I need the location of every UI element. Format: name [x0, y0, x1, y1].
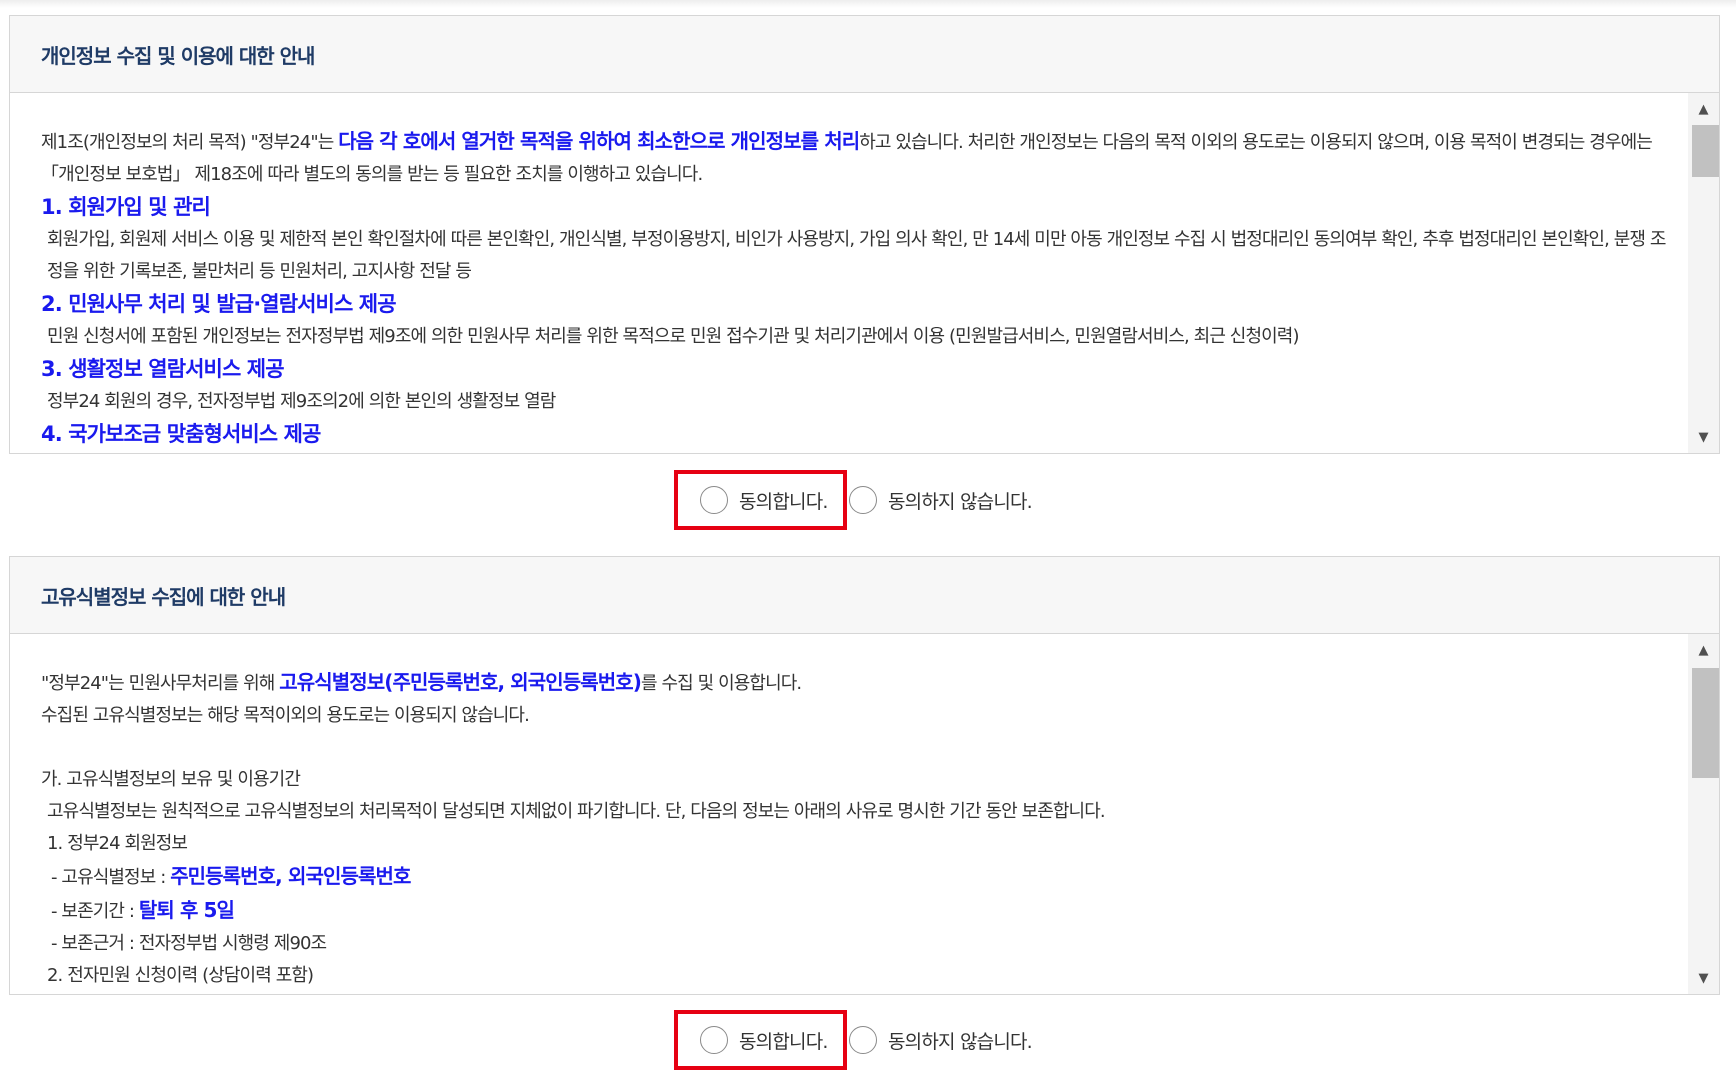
section-header: 개인정보 수집 및 이용에 대한 안내	[10, 16, 1719, 93]
agree-option[interactable]: 동의합니다.	[674, 470, 847, 530]
id-info-value: 주민등록번호, 외국인등록번호	[170, 864, 411, 888]
vertical-scrollbar[interactable]: ▲ ▼	[1688, 634, 1719, 994]
disagree-radio[interactable]	[849, 1026, 877, 1054]
list-item: - 보존근거 : 전자정부법 시행령 제90조	[51, 933, 327, 954]
terms-content: "정부24"는 민원사무처리를 위해 고유식별정보(주민등록번호, 외국인등록번…	[41, 666, 1667, 992]
retention-value: 탈퇴 후 5일	[138, 898, 235, 922]
item-heading: 1. 회원가입 및 관리	[41, 195, 211, 219]
scroll-up-icon[interactable]: ▲	[1688, 97, 1719, 121]
intro-highlight: 다음 각 호에서 열거한 목적을 위하여 최소한으로 개인정보를 처리	[338, 129, 860, 153]
agree-radio[interactable]	[700, 486, 728, 514]
top-divider	[0, 0, 1736, 8]
terms-scroll-area[interactable]: 제1조(개인정보의 처리 목적) "정부24"는 다음 각 호에서 열거한 목적…	[10, 93, 1719, 453]
terms-intro: 제1조(개인정보의 처리 목적) "정부24"는 다음 각 호에서 열거한 목적…	[41, 129, 1653, 185]
section-title: 고유식별정보 수집에 대한 안내	[41, 584, 286, 609]
scrollbar-thumb[interactable]	[1692, 668, 1719, 778]
consent-options: 동의합니다. 동의하지 않습니다.	[0, 470, 1736, 530]
list-item: 1. 정부24 회원정보	[47, 833, 188, 854]
scrollbar-thumb[interactable]	[1692, 125, 1719, 177]
section-title: 개인정보 수집 및 이용에 대한 안내	[41, 43, 315, 68]
disagree-radio[interactable]	[849, 486, 877, 514]
consent-options: 동의합니다. 동의하지 않습니다.	[0, 1010, 1736, 1070]
terms-line: "정부24"는 민원사무처리를 위해 고유식별정보(주민등록번호, 외국인등록번…	[41, 670, 802, 694]
item-heading: 4. 국가보조금 맞춤형서비스 제공	[41, 422, 321, 446]
disagree-option[interactable]: 동의하지 않습니다.	[849, 1010, 1033, 1070]
scroll-down-icon[interactable]: ▼	[1688, 425, 1719, 449]
list-item: 2. 전자민원 신청이력 (상담이력 포함)	[47, 965, 314, 986]
item-heading: 2. 민원사무 처리 및 발급·열람서비스 제공	[41, 292, 397, 316]
agree-label: 동의합니다.	[739, 1030, 828, 1053]
scroll-down-icon[interactable]: ▼	[1688, 966, 1719, 990]
agree-radio[interactable]	[700, 1026, 728, 1054]
agree-option[interactable]: 동의합니다.	[674, 1010, 847, 1070]
terms-line: 수집된 고유식별정보는 해당 목적이외의 용도로는 이용되지 않습니다.	[41, 705, 530, 726]
terms-scroll-area[interactable]: "정부24"는 민원사무처리를 위해 고유식별정보(주민등록번호, 외국인등록번…	[10, 634, 1719, 994]
item-text: 민원 신청서에 포함된 개인정보는 전자정부법 제9조에 의한 민원사무 처리를…	[47, 326, 1299, 347]
item-heading: 3. 생활정보 열람서비스 제공	[41, 357, 285, 381]
item-text: 정부24 회원의 경우, 전자정부법 제9조의2에 의한 본인의 생활정보 열람	[47, 391, 556, 412]
disagree-label: 동의하지 않습니다.	[888, 1030, 1033, 1053]
vertical-scrollbar[interactable]: ▲ ▼	[1688, 93, 1719, 453]
agree-label: 동의합니다.	[739, 490, 828, 513]
disagree-label: 동의하지 않습니다.	[888, 490, 1033, 513]
privacy-collection-section: 개인정보 수집 및 이용에 대한 안내 제1조(개인정보의 처리 목적) "정부…	[9, 15, 1720, 454]
sub-heading: 가. 고유식별정보의 보유 및 이용기간	[41, 769, 301, 790]
line-highlight: 고유식별정보(주민등록번호, 외국인등록번호)	[279, 670, 642, 694]
item-text: 회원가입, 회원제 서비스 이용 및 제한적 본인 확인절차에 따른 본인확인,…	[47, 229, 1666, 282]
scroll-up-icon[interactable]: ▲	[1688, 638, 1719, 662]
terms-content: 제1조(개인정보의 처리 목적) "정부24"는 다음 각 호에서 열거한 목적…	[41, 125, 1667, 451]
unique-id-section: 고유식별정보 수집에 대한 안내 "정부24"는 민원사무처리를 위해 고유식별…	[9, 556, 1720, 995]
section-header: 고유식별정보 수집에 대한 안내	[10, 557, 1719, 634]
list-item: - 고유식별정보 : 주민등록번호, 외국인등록번호	[51, 864, 411, 888]
disagree-option[interactable]: 동의하지 않습니다.	[849, 470, 1033, 530]
list-item: - 보존기간 : 탈퇴 후 5일	[51, 898, 235, 922]
sub-text: 고유식별정보는 원칙적으로 고유식별정보의 처리목적이 달성되면 지체없이 파기…	[47, 801, 1106, 822]
